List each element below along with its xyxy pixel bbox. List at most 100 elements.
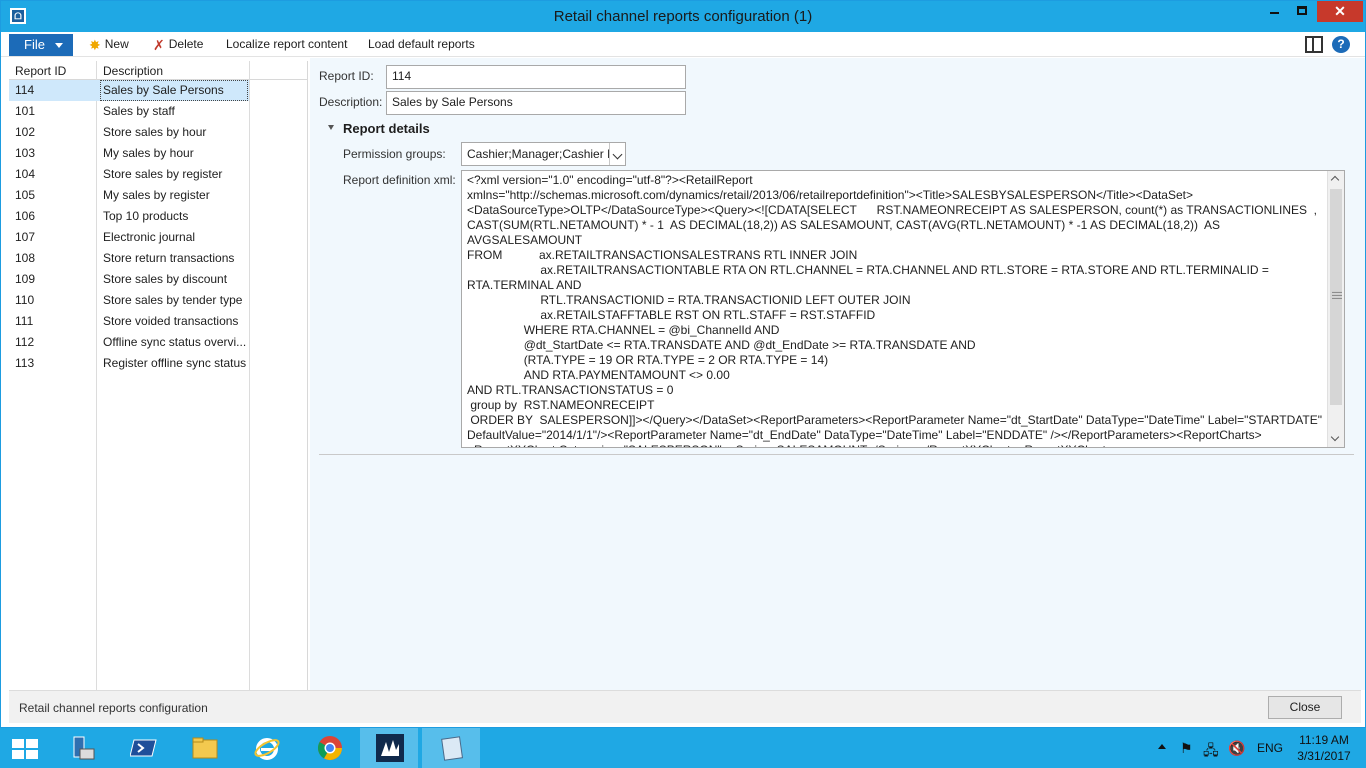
table-row[interactable]: 110 Store sales by tender type xyxy=(9,290,249,311)
system-clock[interactable]: 11:19 AM 3/31/2017 xyxy=(1294,732,1354,768)
delete-button-label: Delete xyxy=(168,37,204,51)
description-label: Description: xyxy=(319,95,383,109)
description-cell: Store return transactions xyxy=(103,251,235,265)
close-icon: ✕ xyxy=(1334,3,1346,19)
description-cell: Offline sync status overvi... xyxy=(103,335,247,349)
chevron-down-icon xyxy=(55,43,63,48)
report-id-cell: 105 xyxy=(15,188,36,202)
table-row[interactable]: 107 Electronic journal xyxy=(9,227,249,248)
table-row[interactable]: 105 My sales by register xyxy=(9,185,249,206)
internet-explorer-icon xyxy=(254,738,280,760)
dynamics-ax-icon xyxy=(376,734,404,762)
main-window: ᗝ Retail channel reports configuration (… xyxy=(0,0,1366,728)
report-id-cell: 104 xyxy=(15,167,36,181)
table-row[interactable]: 104 Store sales by register xyxy=(9,164,249,185)
window-title: Retail channel reports configuration (1) xyxy=(553,8,813,25)
taskbar-notepad[interactable] xyxy=(422,728,480,768)
maximize-button[interactable] xyxy=(1289,1,1316,22)
delete-button[interactable]: ✗ Delete xyxy=(153,37,203,54)
taskbar-internet-explorer[interactable] xyxy=(237,728,295,768)
notepad-icon xyxy=(441,736,464,761)
network-icon[interactable]: 🖧 xyxy=(1203,740,1219,758)
status-text: Retail channel reports configuration xyxy=(19,701,208,715)
taskbar-server-manager[interactable] xyxy=(52,728,110,768)
table-row[interactable]: 113 Register offline sync status xyxy=(9,353,249,374)
folder-icon xyxy=(192,737,218,759)
scroll-down-icon[interactable] xyxy=(1330,432,1340,442)
report-id-cell: 112 xyxy=(15,335,35,349)
report-id-cell: 108 xyxy=(15,251,36,265)
report-id-cell: 107 xyxy=(15,230,36,244)
minimize-button[interactable] xyxy=(1261,1,1288,22)
taskbar-dynamics-ax[interactable] xyxy=(360,728,418,768)
column-divider xyxy=(249,61,250,690)
action-pane: File ✸ New ✗ Delete Localize report conten… xyxy=(1,32,1365,57)
description-cell: Store sales by discount xyxy=(103,272,228,286)
taskbar-file-explorer[interactable] xyxy=(175,728,233,768)
chevron-down-icon[interactable] xyxy=(609,143,625,165)
table-row[interactable]: 102 Store sales by hour xyxy=(9,122,249,143)
permission-groups-dropdown[interactable]: Cashier;Manager;Cashier P xyxy=(461,142,626,166)
action-center-flag-icon[interactable]: ⚑ xyxy=(1180,740,1196,756)
help-icon[interactable]: ? xyxy=(1332,36,1350,53)
column-header-report-id[interactable]: Report ID xyxy=(15,64,66,78)
description-cell: My sales by hour xyxy=(103,146,194,160)
table-row[interactable]: 103 My sales by hour xyxy=(9,143,249,164)
description-cell: Register offline sync status xyxy=(103,356,247,370)
description-field[interactable]: Sales by Sale Persons xyxy=(386,91,686,115)
taskbar-powershell[interactable] xyxy=(114,728,172,768)
close-button[interactable]: Close xyxy=(1268,696,1342,719)
table-row[interactable]: 111 Store voided transactions xyxy=(9,311,249,332)
xml-vertical-scrollbar[interactable]: — — — xyxy=(1327,171,1344,447)
section-title-report-details[interactable]: Report details xyxy=(343,121,430,136)
column-header-description[interactable]: Description xyxy=(103,64,163,78)
clock-date: 3/31/2017 xyxy=(1297,749,1351,763)
minimize-icon xyxy=(1270,12,1279,14)
reports-grid: Report ID Description 114 Sales by Sale P… xyxy=(9,61,308,690)
table-row[interactable]: 108 Store return transactions xyxy=(9,248,249,269)
title-bar[interactable]: ᗝ Retail channel reports configuration (… xyxy=(1,1,1365,32)
layout-icon[interactable] xyxy=(1305,36,1323,53)
section-divider xyxy=(319,454,1354,455)
file-menu-button[interactable]: File xyxy=(9,34,73,56)
table-row[interactable]: 114 Sales by Sale Persons xyxy=(9,80,249,101)
new-button[interactable]: ✸ New xyxy=(89,37,129,54)
chrome-icon xyxy=(317,736,342,761)
table-row[interactable]: 109 Store sales by discount xyxy=(9,269,249,290)
report-definition-xml-field[interactable]: <?xml version="1.0" encoding="utf-8"?><R… xyxy=(461,170,1345,448)
taskbar-chrome[interactable] xyxy=(300,728,358,768)
description-cell: Store sales by register xyxy=(103,167,223,181)
show-hidden-icons-icon[interactable] xyxy=(1158,744,1166,749)
delete-x-icon: ✗ xyxy=(153,37,165,53)
description-cell: Store sales by tender type xyxy=(103,293,243,307)
windows-logo-icon xyxy=(12,739,38,759)
report-id-cell: 113 xyxy=(15,356,35,370)
permission-groups-label: Permission groups: xyxy=(343,147,446,161)
close-window-button[interactable]: ✕ xyxy=(1317,1,1363,22)
localize-report-content-button[interactable]: Localize report content xyxy=(226,37,347,51)
table-row[interactable]: 101 Sales by staff xyxy=(9,101,249,122)
table-row[interactable]: 112 Offline sync status overvi... xyxy=(9,332,249,353)
description-cell: Store sales by hour xyxy=(103,125,207,139)
taskbar: ⚑ 🖧 🔇 ENG 11:19 AM 3/31/2017 xyxy=(0,728,1366,768)
description-cell: Sales by Sale Persons xyxy=(100,80,248,101)
report-id-cell: 109 xyxy=(15,272,36,286)
status-bar: Retail channel reports configuration Clo… xyxy=(9,690,1361,723)
table-row[interactable]: 106 Top 10 products xyxy=(9,206,249,227)
server-manager-icon xyxy=(73,736,95,760)
language-indicator[interactable]: ENG xyxy=(1257,741,1283,768)
load-default-reports-button[interactable]: Load default reports xyxy=(368,37,475,51)
maximize-icon xyxy=(1297,6,1307,15)
collapse-arrow-icon[interactable] xyxy=(328,125,334,130)
scroll-up-icon[interactable] xyxy=(1330,175,1340,185)
new-button-label: New xyxy=(104,37,129,51)
description-cell: Top 10 products xyxy=(103,209,189,223)
start-button[interactable] xyxy=(0,728,58,768)
description-cell: Electronic journal xyxy=(103,230,196,244)
report-id-field[interactable]: 114 xyxy=(386,65,686,89)
clock-time: 11:19 AM xyxy=(1299,733,1349,747)
description-cell: Sales by staff xyxy=(103,104,175,118)
volume-muted-icon[interactable]: 🔇 xyxy=(1228,740,1245,756)
report-id-cell: 106 xyxy=(15,209,36,223)
report-definition-xml-label: Report definition xml: xyxy=(343,173,456,187)
